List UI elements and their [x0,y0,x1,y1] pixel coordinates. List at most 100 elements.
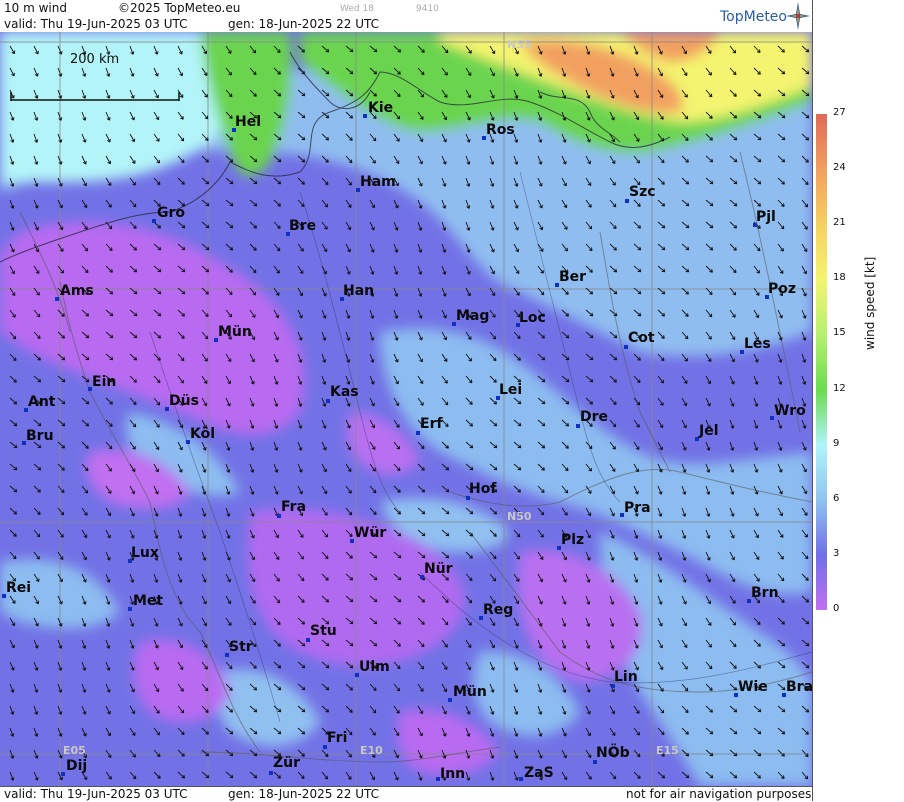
scale-label: 200 km [70,52,120,67]
city-label[interactable]: Dij [66,758,87,774]
copyright: ©2025 TopMeteo.eu [118,1,241,15]
city-label[interactable]: Reg [483,602,513,618]
colorbar-tick-label: 24 [833,162,846,174]
city-label[interactable]: Rei [6,580,31,596]
city-label[interactable]: Fra [281,499,306,515]
city-label[interactable]: Han [343,283,374,299]
city-marker [152,219,156,223]
colorbar-segment [816,444,827,501]
city-marker [363,114,367,118]
city-label[interactable]: Stu [310,623,337,639]
colorbar-tick-label: 27 [833,107,846,118]
city-label[interactable]: Ein [92,374,116,390]
city-label[interactable]: Poz [768,281,796,297]
city-marker [61,772,65,776]
city-label[interactable]: Mün [453,684,487,700]
grid-label-e05: E05 [63,744,86,757]
city-label[interactable]: Nür [424,561,453,577]
city-label[interactable]: Ulm [359,659,390,675]
city-label[interactable]: Bra [786,679,812,695]
city-marker [519,777,523,781]
compass-star-icon [786,2,810,30]
city-label[interactable]: Hof [469,481,496,497]
color-legend: 27 24 21 18 15 12 9 6 3 0 wind speed [kt] [812,0,904,801]
grid-label-n50: N50 [507,510,532,523]
scale-bar [10,92,180,101]
city-marker [55,297,59,301]
colorbar-tick-label: 3 [833,547,840,559]
city-label[interactable]: Brn [751,585,779,601]
city-label[interactable]: Bru [26,428,54,444]
valid-time: valid: Thu 19-Jun-2025 03 UTC [4,17,188,31]
city-label[interactable]: Hel [235,114,261,130]
city-label[interactable]: Wie [738,679,768,695]
city-label[interactable]: Kas [330,384,359,400]
city-label[interactable]: ZaS [524,765,554,781]
city-label[interactable]: Met [133,593,163,609]
colorbar-tick-label: 18 [833,272,846,284]
colorbar-segment [816,169,827,225]
city-label[interactable]: Lin [614,669,638,685]
parameter-title: 10 m wind [4,1,67,15]
city-marker [128,607,132,611]
code-small-label: 9410 [416,4,439,14]
city-label[interactable]: Fri [327,730,347,746]
city-label[interactable]: Lei [499,382,522,398]
wind-field [0,32,812,786]
city-label[interactable]: Erf [420,416,443,432]
gen-time: gen: 18-Jun-2025 22 UTC [228,17,380,31]
colorbar-segment [816,279,827,335]
city-label[interactable]: Ant [28,394,56,410]
city-label[interactable]: Pra [624,500,651,516]
city-label[interactable]: Plz [561,532,584,548]
city-label[interactable]: Zür [273,755,300,771]
colorbar-segment [816,114,827,170]
footer-bar: valid: Thu 19-Jun-2025 03 UTC gen: 18-Ju… [0,786,812,802]
footer-valid-time: valid: Thu 19-Jun-2025 03 UTC [4,787,188,801]
wind-map[interactable]: 200 km N55 N50 E05 E10 E15 Hel Kie Ros H… [0,32,812,786]
legend-title: wind speed [kt] [863,256,877,350]
city-label[interactable]: Mag [456,308,489,324]
city-label[interactable]: Jel [699,423,719,439]
city-label[interactable]: Cot [628,330,655,346]
colorbar-segment [816,554,827,611]
grid-label-n55: N55 [507,38,532,51]
city-marker [448,698,452,702]
colorbar-segment [816,224,827,280]
city-label[interactable]: Pjl [756,209,776,225]
city-label[interactable]: Ham [360,174,396,190]
city-label[interactable]: Wro [774,403,806,419]
city-label[interactable]: Bre [289,218,316,234]
city-marker [269,771,273,775]
city-label[interactable]: Str [229,639,253,655]
city-label[interactable]: Szc [629,184,656,200]
city-label[interactable]: Wür [354,525,386,541]
footer-gen-time: gen: 18-Jun-2025 22 UTC [228,787,380,801]
colorbar-segment [816,334,827,391]
city-label[interactable]: Köl [190,426,215,442]
city-label[interactable]: Inn [440,766,465,782]
city-label[interactable]: Gro [157,205,185,221]
city-label[interactable]: Kie [368,100,393,116]
colorbar-segment [816,499,827,556]
colorbar-tick-label: 15 [833,327,846,339]
colorbar-tick-label: 0 [833,603,840,614]
city-label[interactable]: Les [744,336,771,352]
city-label[interactable]: Loc [519,310,546,326]
city-label[interactable]: Ros [486,122,515,138]
colorbar-tick-label: 6 [833,492,840,504]
grid-label-e10: E10 [360,744,383,757]
city-label[interactable]: Mün [218,324,252,340]
city-label[interactable]: NÖb [596,745,630,761]
air-navigation-notice: not for air navigation purposes [626,787,812,801]
city-label[interactable]: Lux [131,545,159,561]
grid-label-e15: E15 [656,744,679,757]
colorbar-tick-label: 12 [833,382,846,394]
city-label[interactable]: Ams [60,283,94,299]
city-label[interactable]: Dre [580,409,608,425]
city-label[interactable]: Ber [559,269,586,285]
colorbar-tick-label: 9 [833,437,840,449]
city-label[interactable]: Düs [169,393,199,409]
run-small-label: Wed 18 [340,4,374,14]
colorbar-tick-label: 21 [833,217,846,229]
